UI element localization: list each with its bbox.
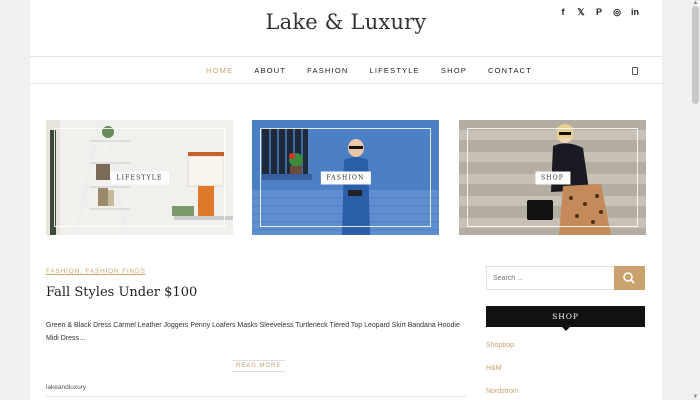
post-title[interactable]: Fall Styles Under $100 bbox=[46, 285, 197, 300]
category-card-shop[interactable]: SHOP bbox=[459, 120, 646, 235]
scrollbar[interactable]: ▲ ▼ bbox=[691, 0, 700, 400]
card-label-shop[interactable]: SHOP bbox=[534, 171, 571, 184]
nav-item-contact[interactable]: CONTACT bbox=[488, 66, 532, 75]
linkedin-icon[interactable]: in bbox=[630, 7, 640, 17]
search-input[interactable] bbox=[487, 267, 613, 289]
category-card-lifestyle[interactable]: LIFESTYLE bbox=[46, 120, 233, 235]
search-button[interactable] bbox=[614, 266, 645, 290]
search-icon bbox=[623, 272, 635, 284]
read-more-button[interactable]: READ MORE bbox=[232, 360, 286, 372]
shop-links-list: Shopbop H&M Nordstrom bbox=[486, 342, 519, 400]
card-label-fashion[interactable]: FASHION bbox=[320, 171, 371, 184]
shop-link-shopbop[interactable]: Shopbop bbox=[486, 342, 519, 365]
sidebar-search-box bbox=[486, 266, 620, 290]
scroll-down-icon[interactable]: ▼ bbox=[692, 394, 699, 400]
social-links: f 𝕏 P ◎ in bbox=[558, 7, 640, 17]
shop-link-nordstrom[interactable]: Nordstrom bbox=[486, 388, 519, 400]
pinterest-icon[interactable]: P bbox=[594, 7, 604, 17]
nav-item-lifestyle[interactable]: LIFESTYLE bbox=[369, 66, 419, 75]
nav-item-about[interactable]: ABOUT bbox=[254, 66, 286, 75]
post-author[interactable]: lakeandluxury bbox=[46, 384, 86, 391]
facebook-icon[interactable]: f bbox=[558, 7, 568, 17]
shop-link-hm[interactable]: H&M bbox=[486, 365, 519, 388]
nav-item-fashion[interactable]: FASHION bbox=[307, 66, 348, 75]
card-label-lifestyle[interactable]: LIFESTYLE bbox=[110, 171, 169, 184]
post-excerpt: Green & Black Dress Carmel Leather Jogge… bbox=[46, 322, 460, 342]
page: Lake & Luxury f 𝕏 P ◎ in HOME ABOUT FASH… bbox=[30, 0, 662, 400]
post-categories[interactable]: FASHION, FASHION FINDS bbox=[46, 268, 146, 275]
instagram-icon[interactable]: ◎ bbox=[612, 7, 622, 17]
scroll-thumb[interactable] bbox=[692, 6, 699, 104]
category-card-fashion[interactable]: FASHION bbox=[252, 120, 439, 235]
divider bbox=[46, 396, 466, 397]
twitter-icon[interactable]: 𝕏 bbox=[576, 7, 586, 17]
mobile-icon[interactable] bbox=[632, 67, 638, 75]
main-nav: HOME ABOUT FASHION LIFESTYLE SHOP CONTAC… bbox=[30, 56, 662, 84]
shop-widget-heading: SHOP bbox=[486, 306, 645, 327]
nav-item-home[interactable]: HOME bbox=[206, 66, 233, 75]
heading-notch bbox=[562, 327, 570, 331]
nav-item-shop[interactable]: SHOP bbox=[441, 66, 467, 75]
